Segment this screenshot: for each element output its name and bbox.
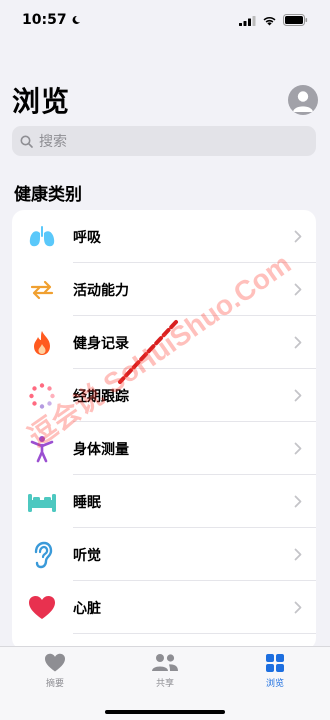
chevron-right-icon xyxy=(294,336,302,349)
category-label: 健身记录 xyxy=(73,335,129,352)
grid-icon xyxy=(266,654,284,672)
category-list: 呼吸 活动能力 健身记录 经期跟踪 身体测量 睡眠 听觉 心脏 xyxy=(12,210,316,650)
category-label: 活动能力 xyxy=(73,282,129,299)
home-indicator[interactable] xyxy=(105,710,225,714)
status-time: 10:57 xyxy=(22,12,67,28)
wifi-icon xyxy=(263,16,276,25)
category-row-breathing[interactable]: 呼吸 xyxy=(12,210,316,263)
header: 浏览 xyxy=(12,80,318,120)
category-row-activity[interactable]: 健身记录 xyxy=(12,316,316,369)
chevron-right-icon xyxy=(294,442,302,455)
category-row-hearing[interactable]: 听觉 xyxy=(12,528,316,581)
tab-label: 摘要 xyxy=(45,679,64,689)
heart-icon xyxy=(29,595,55,619)
people-icon xyxy=(152,654,178,671)
bed-icon xyxy=(28,493,56,512)
category-row-sleep[interactable]: 睡眠 xyxy=(12,475,316,528)
category-row-heart[interactable]: 心脏 xyxy=(12,581,316,634)
chevron-right-icon xyxy=(294,548,302,561)
tab-label: 浏览 xyxy=(265,679,284,689)
chevron-right-icon xyxy=(294,283,302,296)
person-icon xyxy=(293,91,313,112)
status-bar: 10:57 xyxy=(0,0,330,40)
page-title: 浏览 xyxy=(12,85,71,118)
category-row-mobility[interactable]: 活动能力 xyxy=(12,263,316,316)
heart-icon xyxy=(45,653,65,672)
ear-icon xyxy=(34,541,53,568)
lungs-icon xyxy=(29,225,55,246)
chevron-right-icon xyxy=(294,495,302,508)
chevron-right-icon xyxy=(294,601,302,614)
category-row-cycle-tracking[interactable]: 经期跟踪 xyxy=(12,369,316,422)
category-label: 心脏 xyxy=(73,600,101,617)
search-placeholder: 搜索 xyxy=(39,134,67,150)
category-row-body-measurements[interactable]: 身体测量 xyxy=(12,422,316,475)
chevron-right-icon xyxy=(294,389,302,402)
category-label: 身体测量 xyxy=(73,441,129,458)
tab-bar: 摘要 共享 浏览 xyxy=(0,646,330,720)
arrows-icon xyxy=(30,280,54,299)
section-title: 健康类别 xyxy=(14,185,82,205)
tab-label: 共享 xyxy=(155,679,174,689)
signal-icon xyxy=(239,15,256,26)
avatar[interactable] xyxy=(288,85,318,115)
category-label: 呼吸 xyxy=(73,229,101,246)
category-label: 睡眠 xyxy=(73,494,101,511)
cycle-dots-icon xyxy=(29,382,55,409)
search-icon xyxy=(20,135,33,148)
moon-icon xyxy=(72,15,80,24)
battery-icon xyxy=(283,14,308,26)
tab-summary[interactable]: 摘要 xyxy=(15,653,95,720)
figure-icon xyxy=(30,435,54,462)
flame-icon xyxy=(34,330,50,355)
chevron-right-icon xyxy=(294,230,302,243)
category-label: 听觉 xyxy=(73,547,101,564)
category-label: 经期跟踪 xyxy=(73,388,129,405)
search-input[interactable]: 搜索 xyxy=(12,126,316,156)
tab-browse[interactable]: 浏览 xyxy=(235,653,315,720)
